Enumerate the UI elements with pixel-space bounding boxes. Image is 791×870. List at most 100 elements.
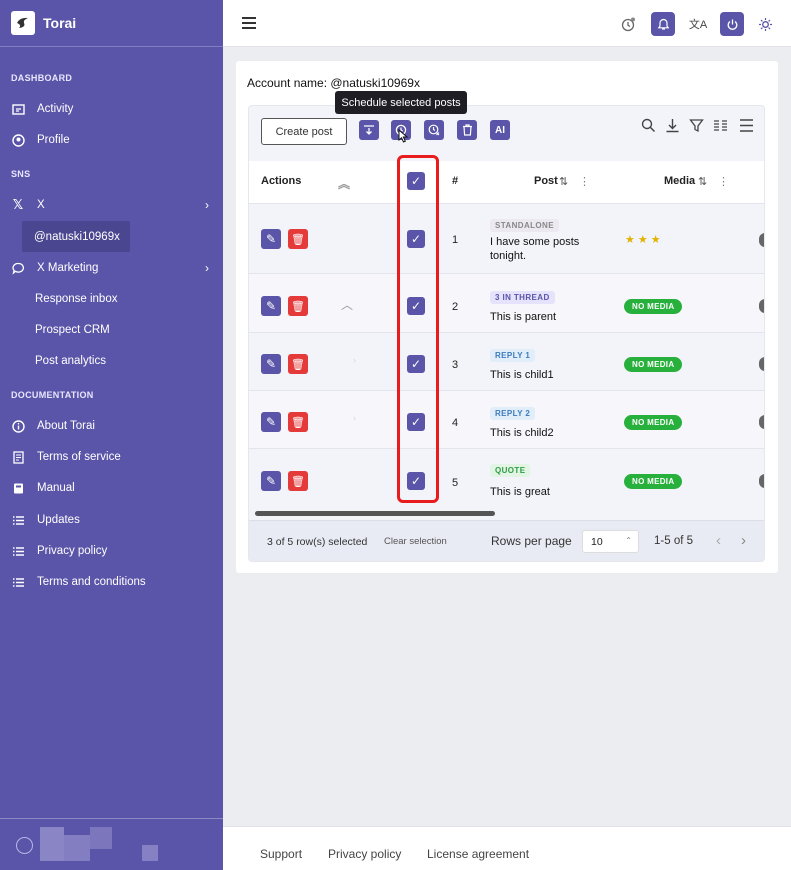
sidebar-item-label: Privacy policy <box>37 545 108 557</box>
sort-icon[interactable]: ⇅ <box>559 175 568 188</box>
edit-icon[interactable]: ✎ <box>261 412 281 432</box>
translate-icon[interactable]: 文A <box>686 12 710 36</box>
delete-icon[interactable]: 🗑 <box>288 354 308 374</box>
header-post[interactable]: Post <box>534 175 558 187</box>
select-arrow-icon: ⌃ <box>625 536 632 545</box>
edit-icon[interactable]: ✎ <box>261 354 281 374</box>
delete-icon[interactable]: 🗑 <box>288 229 308 249</box>
table-row[interactable]: ✎ 🗑 › ✓ 3 REPLY 1 This is child1 NO MEDI… <box>249 332 764 390</box>
ai-button[interactable]: AI <box>490 120 510 140</box>
bell-icon[interactable] <box>651 12 675 36</box>
delete-icon[interactable]: 🗑 <box>288 296 308 316</box>
sidebar-item-post-analytics[interactable]: Post analytics <box>0 348 223 374</box>
list-icon <box>11 513 25 527</box>
user-area[interactable] <box>0 818 223 870</box>
clear-selection-link[interactable]: Clear selection <box>384 536 447 547</box>
table-row[interactable]: ✎ 🗑 › ✓ 4 REPLY 2 This is child2 NO MEDI… <box>249 390 764 448</box>
selection-count: 3 of 5 row(s) selected <box>267 536 368 548</box>
footer-link-license[interactable]: License agreement <box>427 847 529 861</box>
edit-icon[interactable]: ✎ <box>261 296 281 316</box>
activity-icon <box>11 102 25 116</box>
sidebar-item-terms-conditions[interactable]: Terms and conditions <box>0 569 223 595</box>
header-num: # <box>452 175 459 187</box>
footer-link-support[interactable]: Support <box>260 847 302 861</box>
edit-icon[interactable]: ✎ <box>261 229 281 249</box>
row-handle <box>759 415 764 429</box>
density-icon[interactable] <box>739 118 754 136</box>
list-icon <box>11 575 25 589</box>
sidebar-item-label: Terms of service <box>37 451 121 463</box>
menu-icon[interactable] <box>242 17 256 29</box>
sidebar-item-response-inbox[interactable]: Response inbox <box>0 286 223 312</box>
media-badge: NO MEDIA <box>624 415 683 430</box>
sidebar-item-prospect-crm[interactable]: Prospect CRM <box>0 317 223 343</box>
sort-icon[interactable]: ⇅ <box>698 175 707 188</box>
delete-icon[interactable]: 🗑 <box>288 471 308 491</box>
sidebar-item-account[interactable]: @natuski10969x <box>22 221 130 252</box>
table-row[interactable]: ✎ 🗑 ✓ 1 STANDALONE I have some posts ton… <box>249 203 764 273</box>
create-post-button[interactable]: Create post <box>261 118 347 145</box>
filter-icon[interactable] <box>689 118 704 136</box>
sidebar-item-activity[interactable]: Activity <box>0 96 223 122</box>
row-handle <box>759 233 764 247</box>
table-header: Actions ︽ ✓ # Post ⇅ ⋮ Media ⇅ ⋮ <box>249 161 764 203</box>
sidebar-item-label: Response inbox <box>35 293 118 305</box>
import-icon[interactable] <box>359 120 379 140</box>
header-media[interactable]: Media <box>664 175 695 187</box>
blurred-username <box>40 827 64 861</box>
post-text: This is child1 <box>490 369 554 381</box>
download-icon[interactable] <box>665 118 680 136</box>
column-menu-icon[interactable]: ⋮ <box>718 175 729 188</box>
sidebar-item-privacy[interactable]: Privacy policy <box>0 538 223 564</box>
post-text: This is great <box>490 486 550 498</box>
delete-icon[interactable]: 🗑 <box>288 412 308 432</box>
collapse-thread-icon[interactable]: ︿ <box>341 296 353 313</box>
column-menu-icon[interactable]: ⋮ <box>579 175 590 188</box>
post-type-badge: REPLY 2 <box>490 407 536 420</box>
nested-indicator-icon: › <box>353 413 356 423</box>
table-footer: 3 of 5 row(s) selected Clear selection R… <box>249 520 764 561</box>
profile-icon <box>11 133 25 147</box>
app-name: Torai <box>43 15 77 31</box>
blurred-username <box>64 835 90 861</box>
x-logo-icon: 𝕏 <box>12 197 24 212</box>
rows-per-page-value: 10 <box>591 535 603 548</box>
table-row[interactable]: ✎ 🗑 ✓ 5 QUOTE This is great NO MEDIA <box>249 448 764 508</box>
avatar-icon <box>16 837 33 854</box>
rows-per-page-select[interactable]: 10 ⌃ <box>582 530 639 553</box>
chevron-right-icon: › <box>205 261 209 275</box>
edit-icon[interactable]: ✎ <box>261 471 281 491</box>
power-icon[interactable] <box>720 12 744 36</box>
horizontal-scrollbar[interactable] <box>255 511 495 516</box>
row-number: 2 <box>452 301 459 313</box>
sidebar-item-updates[interactable]: Updates <box>0 507 223 533</box>
sidebar-item-x[interactable]: 𝕏 X › <box>0 192 223 218</box>
sun-icon[interactable] <box>753 12 777 36</box>
clock-icon[interactable] <box>616 12 640 36</box>
prev-page-icon[interactable]: ‹ <box>716 532 721 549</box>
brand[interactable]: Torai <box>0 0 223 47</box>
sidebar-item-about[interactable]: About Torai <box>0 413 223 439</box>
next-page-icon[interactable]: › <box>741 532 746 549</box>
sidebar-item-x-marketing[interactable]: X Marketing › <box>0 255 223 281</box>
media-badge: NO MEDIA <box>624 299 683 314</box>
mouse-cursor-icon <box>398 128 409 148</box>
trash-icon[interactable] <box>457 120 477 140</box>
collapse-all-icon[interactable]: ︽ <box>338 175 350 192</box>
section-documentation: DOCUMENTATION <box>11 390 94 400</box>
posts-table: Create post AI Actions ︽ ✓ # Post ⇅ ⋮ Me… <box>248 105 765 562</box>
row-number: 4 <box>452 417 459 429</box>
post-text: This is parent <box>490 311 557 323</box>
table-row[interactable]: ✎ 🗑 ︿ ✓ 2 3 IN THREAD This is parent NO … <box>249 273 764 332</box>
document-icon <box>11 450 25 464</box>
footer-link-privacy[interactable]: Privacy policy <box>328 847 401 861</box>
search-icon[interactable] <box>641 118 656 136</box>
columns-icon[interactable] <box>713 118 728 136</box>
sidebar-item-terms-service[interactable]: Terms of service <box>0 444 223 470</box>
sidebar-item-manual[interactable]: Manual <box>0 475 223 501</box>
account-name: Account name: @natuski10969x <box>247 76 420 90</box>
sidebar-item-label: Post analytics <box>35 355 106 367</box>
unschedule-clock-icon[interactable] <box>424 120 444 140</box>
blurred-username <box>90 827 112 849</box>
sidebar-item-profile[interactable]: Profile <box>0 127 223 153</box>
